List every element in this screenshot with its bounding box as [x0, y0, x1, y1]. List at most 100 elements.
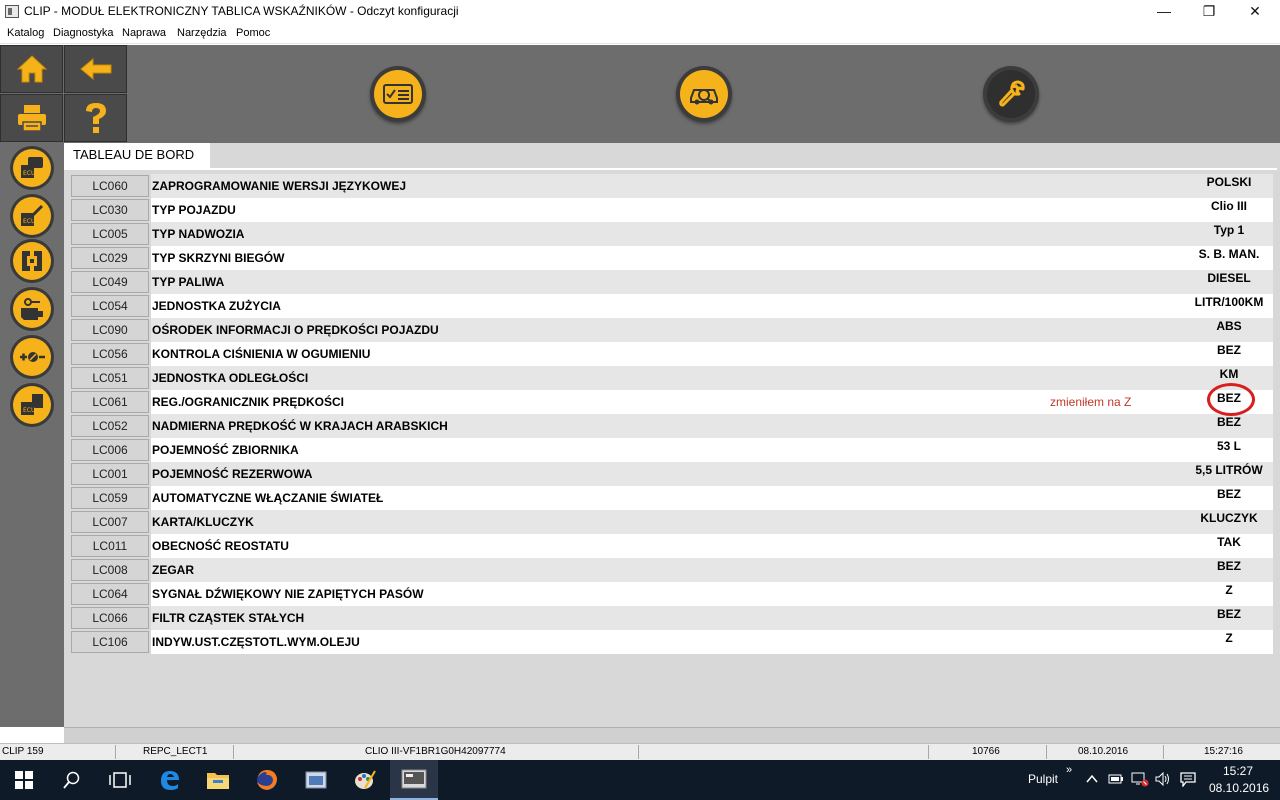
annotation-text: zmieniłem na Z	[1050, 395, 1132, 409]
row-description: KARTA/KLUCZYK	[151, 510, 1273, 534]
toolbar-chevron[interactable]: »	[1066, 764, 1072, 776]
clip-app-icon	[401, 769, 427, 789]
network-disconnected-icon[interactable]	[1131, 771, 1149, 787]
table-row[interactable]: LC011 OBECNOŚĆ REOSTATU TAK	[71, 534, 1273, 558]
table-row[interactable]: LC007 KARTA/KLUCZYK KLUCZYK	[71, 510, 1273, 534]
row-code-button[interactable]: LC090	[71, 319, 149, 341]
taskbar-app-2[interactable]	[341, 760, 389, 800]
row-code-button[interactable]: LC049	[71, 271, 149, 293]
table-row[interactable]: LC106 INDYW.UST.CZĘSTOTL.WYM.OLEJU Z	[71, 630, 1273, 654]
table-row[interactable]: LC090 OŚRODEK INFORMACJI O PRĘDKOŚCI POJA…	[71, 318, 1273, 342]
row-value: BEZ	[1217, 343, 1241, 357]
main-bottom-bar	[64, 727, 1280, 743]
taskbar-app-1[interactable]	[292, 760, 340, 800]
row-description: INDYW.UST.CZĘSTOTL.WYM.OLEJU	[151, 630, 1273, 654]
sidebar-ecu-comment[interactable]: ECU	[10, 146, 54, 190]
row-code-button[interactable]: LC008	[71, 559, 149, 581]
menu-diagnostyka[interactable]: Diagnostyka	[53, 27, 114, 39]
sidebar-plus-minus[interactable]	[10, 335, 54, 379]
home-button[interactable]	[0, 45, 63, 93]
tab-tableau-de-bord[interactable]: TABLEAU DE BORD	[64, 143, 210, 168]
row-description: AUTOMATYCZNE WŁĄCZANIE ŚWIATEŁ	[151, 486, 1273, 510]
row-code-button[interactable]: LC052	[71, 415, 149, 437]
table-row[interactable]: LC059 AUTOMATYCZNE WŁĄCZANIE ŚWIATEŁ BEZ	[71, 486, 1273, 510]
table-row[interactable]: LC029 TYP SKRZYNI BIEGÓW S. B. MAN.	[71, 246, 1273, 270]
row-code-button[interactable]: LC011	[71, 535, 149, 557]
taskbar-firefox[interactable]	[243, 760, 291, 800]
row-code-button[interactable]: LC054	[71, 295, 149, 317]
row-value: 5,5 LITRÓW	[1195, 463, 1263, 477]
row-description: TYP POJAZDU	[151, 198, 1273, 222]
table-row[interactable]: LC005 TYP NADWOZIA Typ 1	[71, 222, 1273, 246]
row-value: BEZ	[1217, 559, 1241, 573]
taskbar-clip-active[interactable]	[390, 760, 438, 800]
row-code-button[interactable]: LC064	[71, 583, 149, 605]
close-button[interactable]: ✕	[1232, 0, 1278, 24]
notification-icon[interactable]	[1180, 772, 1196, 787]
row-description: TYP SKRZYNI BIEGÓW	[151, 246, 1273, 270]
start-button[interactable]	[0, 760, 48, 800]
maximize-button[interactable]: ❐	[1186, 0, 1232, 24]
sidebar-ecu-document[interactable]: ECU	[10, 383, 54, 427]
menu-naprawa[interactable]: Naprawa	[122, 27, 166, 39]
row-code-button[interactable]: LC066	[71, 607, 149, 629]
row-code-button[interactable]: LC056	[71, 343, 149, 365]
search-button[interactable]	[48, 760, 96, 800]
task-view-button[interactable]	[96, 760, 144, 800]
help-button[interactable]	[64, 94, 127, 142]
minimize-button[interactable]: —	[1141, 0, 1187, 24]
row-code-button[interactable]: LC007	[71, 511, 149, 533]
battery-icon[interactable]	[1108, 773, 1124, 785]
sidebar-ecu-connector[interactable]	[10, 239, 54, 283]
row-code-button[interactable]: LC006	[71, 439, 149, 461]
row-code-button[interactable]: LC005	[71, 223, 149, 245]
table-row[interactable]: LC052 NADMIERNA PRĘDKOŚĆ W KRAJACH ARABSK…	[71, 414, 1273, 438]
table-row[interactable]: LC054 JEDNOSTKA ZUŻYCIA LITR/100KM	[71, 294, 1273, 318]
repair-button[interactable]	[983, 66, 1039, 122]
ecu-document-icon: ECU	[21, 394, 43, 415]
vehicle-diagnostic-button[interactable]	[676, 66, 732, 122]
taskbar-edge[interactable]	[146, 760, 194, 800]
row-code-button[interactable]: LC059	[71, 487, 149, 509]
table-row[interactable]: LC056 KONTROLA CIŚNIENIA W OGUMIENIU BEZ	[71, 342, 1273, 366]
sidebar: ECU ECU ECU	[0, 143, 64, 727]
table-row[interactable]: LC064 SYGNAŁ DŹWIĘKOWY NIE ZAPIĘTYCH PASÓ…	[71, 582, 1273, 606]
printer-icon	[17, 105, 46, 132]
tray-up-arrow-icon[interactable]	[1086, 774, 1098, 784]
clock-time[interactable]: 15:27	[1223, 764, 1253, 778]
taskbar-explorer[interactable]	[194, 760, 242, 800]
row-code-button[interactable]: LC051	[71, 367, 149, 389]
volume-icon[interactable]	[1155, 772, 1171, 786]
row-code-button[interactable]: LC030	[71, 199, 149, 221]
taskbar: Pulpit » 15:27 08.10.2016	[0, 760, 1280, 800]
menu-katalog[interactable]: Katalog	[7, 27, 44, 39]
svg-text:ECU: ECU	[23, 170, 35, 177]
clock-date[interactable]: 08.10.2016	[1209, 781, 1269, 795]
back-button[interactable]	[64, 45, 127, 93]
table-row[interactable]: LC008 ZEGAR BEZ	[71, 558, 1273, 582]
table-row[interactable]: LC066 FILTR CZĄSTEK STAŁYCH BEZ	[71, 606, 1273, 630]
table-row[interactable]: LC001 POJEMNOŚĆ REZERWOWA 5,5 LITRÓW	[71, 462, 1273, 486]
sidebar-engine-key[interactable]	[10, 287, 54, 331]
menu-narzedzia[interactable]: Narzędzia	[177, 27, 227, 39]
menu-pomoc[interactable]: Pomoc	[236, 27, 270, 39]
title-bar: CLIP - MODUŁ ELEKTRONICZNY TABLICA WSKAŹ…	[0, 0, 1280, 24]
table-row[interactable]: LC060 ZAPROGRAMOWANIE WERSJI JĘZYKOWEJ POL…	[71, 174, 1273, 198]
row-value: TAK	[1217, 535, 1241, 549]
row-code-button[interactable]: LC029	[71, 247, 149, 269]
row-code-button[interactable]: LC106	[71, 631, 149, 653]
desktop-toolbar-label[interactable]: Pulpit	[1028, 772, 1058, 786]
print-button[interactable]	[0, 94, 63, 142]
annotation-circle	[1207, 383, 1255, 416]
row-value: POLSKI	[1206, 175, 1252, 189]
checklist-button[interactable]	[370, 66, 426, 122]
row-code-button[interactable]: LC001	[71, 463, 149, 485]
sidebar-ecu-edit[interactable]: ECU	[10, 194, 54, 238]
row-code-button[interactable]: LC061	[71, 391, 149, 413]
row-code-button[interactable]: LC060	[71, 175, 149, 197]
row-description: FILTR CZĄSTEK STAŁYCH	[151, 606, 1273, 630]
table-row[interactable]: LC049 TYP PALIWA DIESEL	[71, 270, 1273, 294]
table-row[interactable]: LC030 TYP POJAZDU Clio III	[71, 198, 1273, 222]
table-row[interactable]: LC006 POJEMNOŚĆ ZBIORNIKA 53 L	[71, 438, 1273, 462]
table-row[interactable]: LC051 JEDNOSTKA ODLEGŁOŚCI KM	[71, 366, 1273, 390]
